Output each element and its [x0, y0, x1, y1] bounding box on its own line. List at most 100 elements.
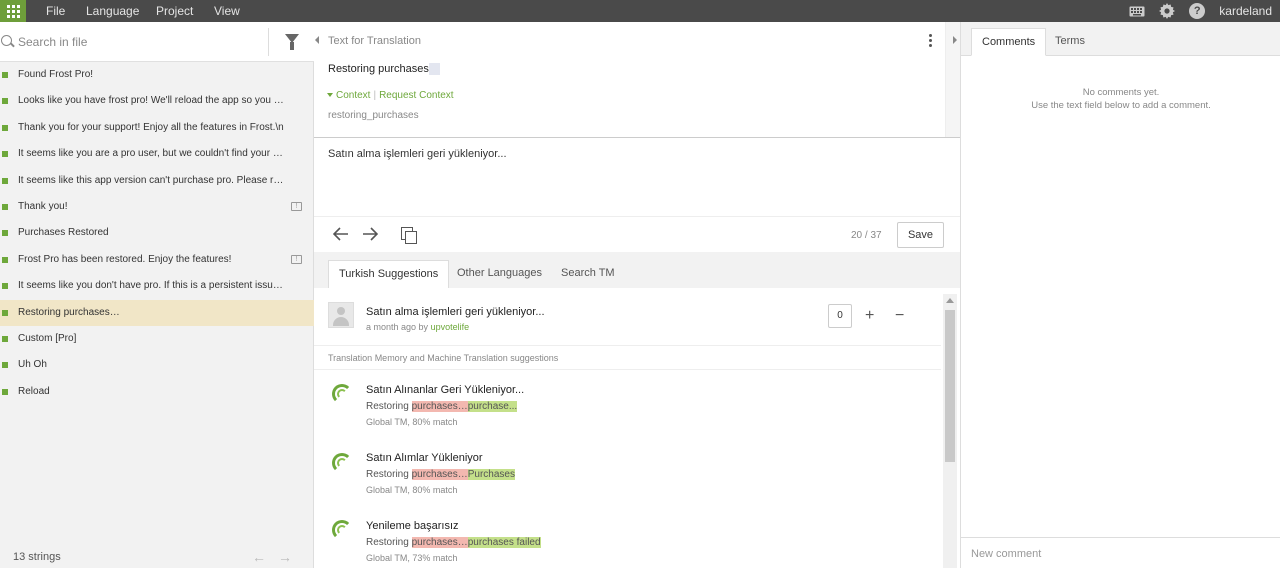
editor-panel: Text for Translation Restoring purchases…: [314, 22, 960, 568]
status-dot: [2, 124, 8, 131]
list-item-label: Thank you!: [18, 200, 68, 212]
tm-source-plain: Restoring: [366, 401, 412, 412]
list-item[interactable]: Thank you for your support! Enjoy all th…: [0, 115, 314, 141]
copy-source-icon[interactable]: [401, 227, 417, 244]
collapse-right-strip[interactable]: [945, 22, 960, 137]
tm-source-deleted: purchases…: [411, 537, 468, 548]
comment-icon[interactable]: !: [291, 201, 302, 211]
tm-logo-icon: [332, 520, 352, 540]
divider: [268, 28, 269, 56]
list-item[interactable]: Purchases Restored: [0, 220, 314, 246]
request-context-link[interactable]: Request Context: [379, 90, 454, 101]
tm-source-deleted: purchases…: [411, 401, 468, 412]
help-icon[interactable]: ?: [1189, 3, 1206, 19]
tm-text: Satın Alımlar Yükleniyor: [366, 452, 483, 464]
top-menubar: File Language Project View ? kardeland: [0, 0, 1280, 22]
tab-comments[interactable]: Comments: [971, 28, 1047, 56]
collapse-right-icon[interactable]: [953, 36, 957, 44]
list-item-label: It seems like you are a pro user, but we…: [18, 148, 314, 160]
menu-file[interactable]: File: [46, 0, 65, 22]
status-dot: [2, 388, 8, 395]
tm-source: Restoring purchases…purchases failed: [366, 537, 541, 548]
plus-icon[interactable]: +: [865, 308, 874, 324]
tm-source-inserted: purchases failed: [467, 537, 541, 548]
context-row: Context | Request Context: [327, 90, 454, 101]
search-bar: [0, 22, 314, 62]
arrow-left-icon[interactable]: [332, 227, 349, 245]
tm-logo-icon: [332, 384, 352, 404]
filter-icon[interactable]: [285, 34, 299, 50]
strings-panel: Found Frost Pro! Looks like you have fros…: [0, 22, 314, 568]
scroll-up-icon[interactable]: [946, 298, 954, 303]
save-button[interactable]: Save: [897, 222, 944, 248]
top-right-controls: ? kardeland: [1129, 0, 1272, 22]
tm-source: Restoring purchases…purchase...: [366, 401, 518, 412]
tm-text: Yenileme başarısız: [366, 520, 459, 532]
list-item[interactable]: Reload: [0, 379, 314, 405]
list-item-label: Purchases Restored: [18, 227, 109, 239]
comment-icon[interactable]: !: [291, 254, 302, 264]
empty-line-2: Use the text field below to add a commen…: [1031, 100, 1211, 111]
right-tabs: Comments Terms: [961, 22, 1280, 56]
tab-other-languages[interactable]: Other Languages: [447, 260, 552, 288]
status-dot: [2, 151, 8, 158]
tab-turkish-suggestions[interactable]: Turkish Suggestions: [328, 260, 450, 288]
list-item-label: Thank you for your support! Enjoy all th…: [18, 121, 284, 133]
list-item-label: Uh Oh: [18, 359, 47, 371]
tm-source-plain: Restoring: [366, 537, 412, 548]
list-item[interactable]: Looks like you have frost pro! We'll rel…: [0, 88, 314, 114]
status-dot: [2, 362, 8, 369]
list-item[interactable]: Frost Pro has been restored. Enjoy the f…: [0, 247, 314, 273]
list-item[interactable]: Restoring purchases…: [0, 299, 314, 326]
username[interactable]: kardeland: [1219, 4, 1272, 18]
search-input[interactable]: [18, 32, 258, 52]
list-item-label: Looks like you have frost pro! We'll rel…: [18, 95, 314, 107]
kebab-menu-icon[interactable]: [929, 34, 933, 48]
new-comment-input[interactable]: [971, 546, 1271, 562]
list-item-label: Custom [Pro]: [18, 332, 77, 344]
search-icon: [1, 35, 12, 46]
tab-terms[interactable]: Terms: [1045, 28, 1095, 56]
tm-meta: Global TM, 80% match: [366, 485, 458, 495]
arrow-left-icon[interactable]: ←: [252, 546, 266, 568]
list-item[interactable]: Found Frost Pro!: [0, 62, 314, 88]
suggestions-scrollbar[interactable]: [943, 294, 957, 568]
collapse-left-icon[interactable]: [315, 36, 319, 44]
tm-source-inserted: purchase...: [467, 401, 518, 412]
menu-project[interactable]: Project: [156, 0, 193, 22]
tm-source-inserted: Purchases: [467, 469, 515, 480]
scrollbar-thumb[interactable]: [945, 310, 955, 462]
status-dot: [2, 283, 8, 290]
keyboard-icon[interactable]: [1129, 6, 1145, 17]
suggestion-author[interactable]: upvotelife: [431, 322, 470, 332]
context-toggle[interactable]: Context: [336, 90, 370, 101]
editor-toolbar: 20 / 37 Save: [314, 216, 960, 252]
arrow-right-icon[interactable]: →: [278, 546, 292, 568]
source-ellipsis: …: [428, 63, 440, 75]
suggestion-text[interactable]: Satın alma işlemleri geri yükleniyor...: [366, 306, 545, 318]
list-item[interactable]: Thank you!!: [0, 194, 314, 220]
translation-field[interactable]: Satın alma işlemleri geri yükleniyor...: [328, 148, 507, 160]
apps-grid-icon[interactable]: [0, 0, 26, 22]
list-item-label: Found Frost Pro!: [18, 69, 94, 80]
minus-icon[interactable]: −: [895, 308, 904, 324]
list-item[interactable]: It seems like this app version can't pur…: [0, 168, 314, 194]
list-item[interactable]: Custom [Pro]: [0, 326, 314, 352]
list-item[interactable]: It seems like you don't have pro. If thi…: [0, 273, 314, 299]
menu-view[interactable]: View: [214, 0, 240, 22]
arrow-right-icon[interactable]: [362, 227, 379, 245]
tm-text: Satın Alınanlar Geri Yükleniyor...: [366, 384, 525, 396]
status-dot: [2, 256, 8, 263]
vote-count: 0: [828, 304, 852, 328]
list-item[interactable]: Uh Oh: [0, 352, 314, 378]
tab-search-tm[interactable]: Search TM: [551, 260, 625, 288]
context-key: restoring_purchases: [328, 110, 419, 121]
source-text: Restoring purchases…: [328, 63, 440, 75]
divider: [314, 137, 960, 138]
gear-icon[interactable]: [1159, 3, 1176, 19]
menu-language[interactable]: Language: [86, 0, 139, 22]
list-item[interactable]: It seems like you are a pro user, but we…: [0, 141, 314, 167]
string-list: Found Frost Pro! Looks like you have fros…: [0, 62, 314, 405]
empty-line-1: No comments yet.: [1082, 87, 1160, 98]
chevron-down-icon: [327, 93, 333, 98]
